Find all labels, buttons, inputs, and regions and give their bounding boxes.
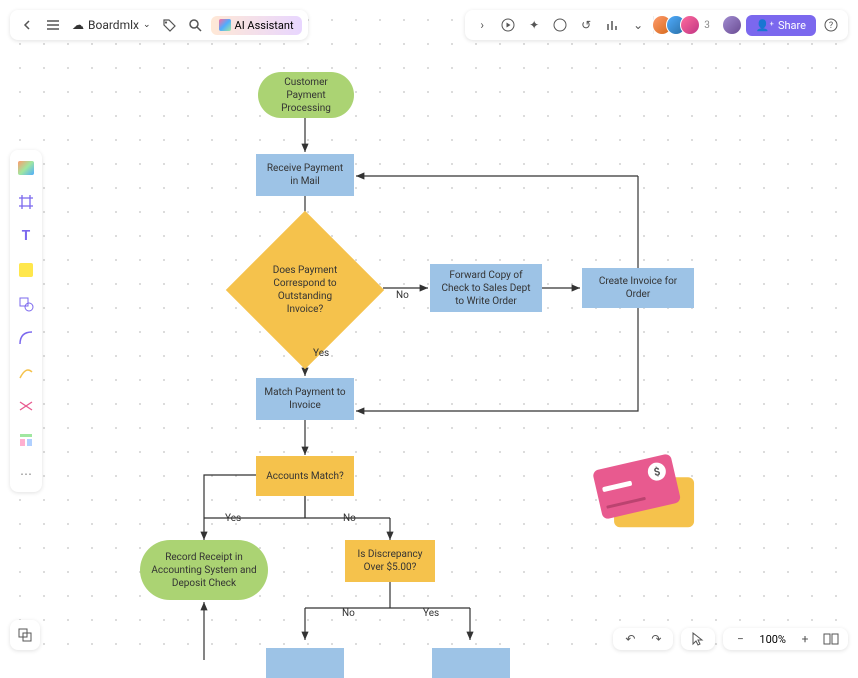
- connector-tool[interactable]: [16, 328, 36, 348]
- edge-label-yes: Yes: [423, 608, 439, 619]
- text-tool[interactable]: T: [16, 226, 36, 246]
- edge-label-yes: Yes: [225, 513, 241, 524]
- node-create-invoice[interactable]: Create Invoice for Order: [582, 268, 694, 308]
- shape-tool[interactable]: [16, 294, 36, 314]
- menu-button[interactable]: [42, 14, 64, 36]
- node-record[interactable]: Record Receipt in Accounting System and …: [140, 540, 268, 600]
- help-button[interactable]: ?: [820, 14, 842, 36]
- minimap-button[interactable]: [820, 628, 842, 650]
- node-accounts-match[interactable]: Accounts Match?: [256, 456, 354, 496]
- zoom-out-button[interactable]: −: [729, 628, 751, 650]
- current-user-avatar[interactable]: [722, 15, 742, 35]
- node-label: Customer Payment Processing: [264, 76, 348, 115]
- node-label: Receive Payment in Mail: [262, 162, 348, 188]
- node-forward[interactable]: Forward Copy of Check to Sales Dept to W…: [430, 264, 542, 312]
- back-button[interactable]: [16, 14, 38, 36]
- collaborator-avatars[interactable]: 3: [658, 15, 710, 35]
- toolbar-left: ☁ Boardmlx ⌄ AI Assistant: [10, 10, 308, 40]
- top-toolbar: ☁ Boardmlx ⌄ AI Assistant › ✦ ↺ ⌄ 3 👤⁺ S…: [10, 10, 848, 40]
- node-label: Create Invoice for Order: [588, 275, 688, 301]
- node-partial-1[interactable]: [266, 648, 344, 678]
- left-toolbar: T ⋯: [10, 150, 42, 492]
- play-button[interactable]: [497, 14, 519, 36]
- node-label: Accounts Match?: [266, 470, 344, 483]
- history-button[interactable]: ↺: [575, 14, 597, 36]
- ai-assistant-button[interactable]: AI Assistant: [211, 16, 302, 35]
- undo-button[interactable]: ↶: [619, 628, 641, 650]
- cloud-icon: ☁: [72, 18, 84, 32]
- share-button[interactable]: 👤⁺ Share: [746, 15, 816, 36]
- node-start[interactable]: Customer Payment Processing: [258, 72, 354, 118]
- pen-tool[interactable]: [16, 362, 36, 382]
- chart-button[interactable]: [601, 14, 623, 36]
- board-name-dropdown[interactable]: ☁ Boardmlx ⌄: [68, 18, 155, 32]
- expand-button[interactable]: ›: [471, 14, 493, 36]
- tag-button[interactable]: [159, 14, 181, 36]
- node-label: Forward Copy of Check to Sales Dept to W…: [436, 269, 536, 308]
- sparkle-button[interactable]: ✦: [523, 14, 545, 36]
- cursor-tool[interactable]: [687, 628, 709, 650]
- template-tool[interactable]: [16, 430, 36, 450]
- ai-label: AI Assistant: [235, 19, 294, 32]
- edge-label-yes: Yes: [313, 348, 329, 359]
- ai-logo-icon: [219, 19, 231, 31]
- avatar-extra-count: 3: [704, 20, 710, 31]
- frame-tool[interactable]: [16, 192, 36, 212]
- node-partial-2[interactable]: [432, 648, 510, 678]
- collapse-tool[interactable]: [16, 396, 36, 416]
- node-label: Is Discrepancy Over $5.00?: [351, 548, 429, 574]
- node-correspond[interactable]: Does Payment Correspond to Outstanding I…: [225, 210, 385, 370]
- node-receive[interactable]: Receive Payment in Mail: [256, 154, 354, 196]
- comment-button[interactable]: [549, 14, 571, 36]
- node-label: Does Payment Correspond to Outstanding I…: [260, 264, 350, 316]
- more-down-button[interactable]: ⌄: [627, 14, 649, 36]
- credit-card-decoration: [594, 453, 703, 536]
- toolbar-right: › ✦ ↺ ⌄ 3 👤⁺ Share ?: [465, 10, 848, 40]
- node-discrepancy[interactable]: Is Discrepancy Over $5.00?: [345, 540, 435, 582]
- canvas[interactable]: Customer Payment Processing Receive Paym…: [0, 0, 858, 660]
- node-label: Record Receipt in Accounting System and …: [146, 551, 262, 590]
- bottom-right-toolbar: ↶ ↷ − 100% +: [613, 628, 848, 650]
- edge-label-no: No: [342, 608, 355, 619]
- more-tools[interactable]: ⋯: [16, 464, 36, 484]
- sticky-notes-tool[interactable]: [16, 158, 36, 178]
- search-button[interactable]: [185, 14, 207, 36]
- board-name-label: Boardmlx: [88, 18, 139, 32]
- svg-text:?: ?: [829, 21, 833, 31]
- edge-label-no: No: [396, 290, 409, 301]
- node-label: Match Payment to Invoice: [262, 386, 348, 412]
- layers-button[interactable]: [10, 620, 40, 650]
- chevron-down-icon: ⌄: [143, 20, 151, 30]
- zoom-level[interactable]: 100%: [755, 633, 790, 646]
- zoom-in-button[interactable]: +: [794, 628, 816, 650]
- edge-label-no: No: [343, 513, 356, 524]
- redo-button[interactable]: ↷: [645, 628, 667, 650]
- note-tool[interactable]: [16, 260, 36, 280]
- node-match[interactable]: Match Payment to Invoice: [256, 378, 354, 420]
- share-label: Share: [778, 19, 806, 32]
- share-icon: 👤⁺: [756, 19, 774, 32]
- avatar: [680, 15, 700, 35]
